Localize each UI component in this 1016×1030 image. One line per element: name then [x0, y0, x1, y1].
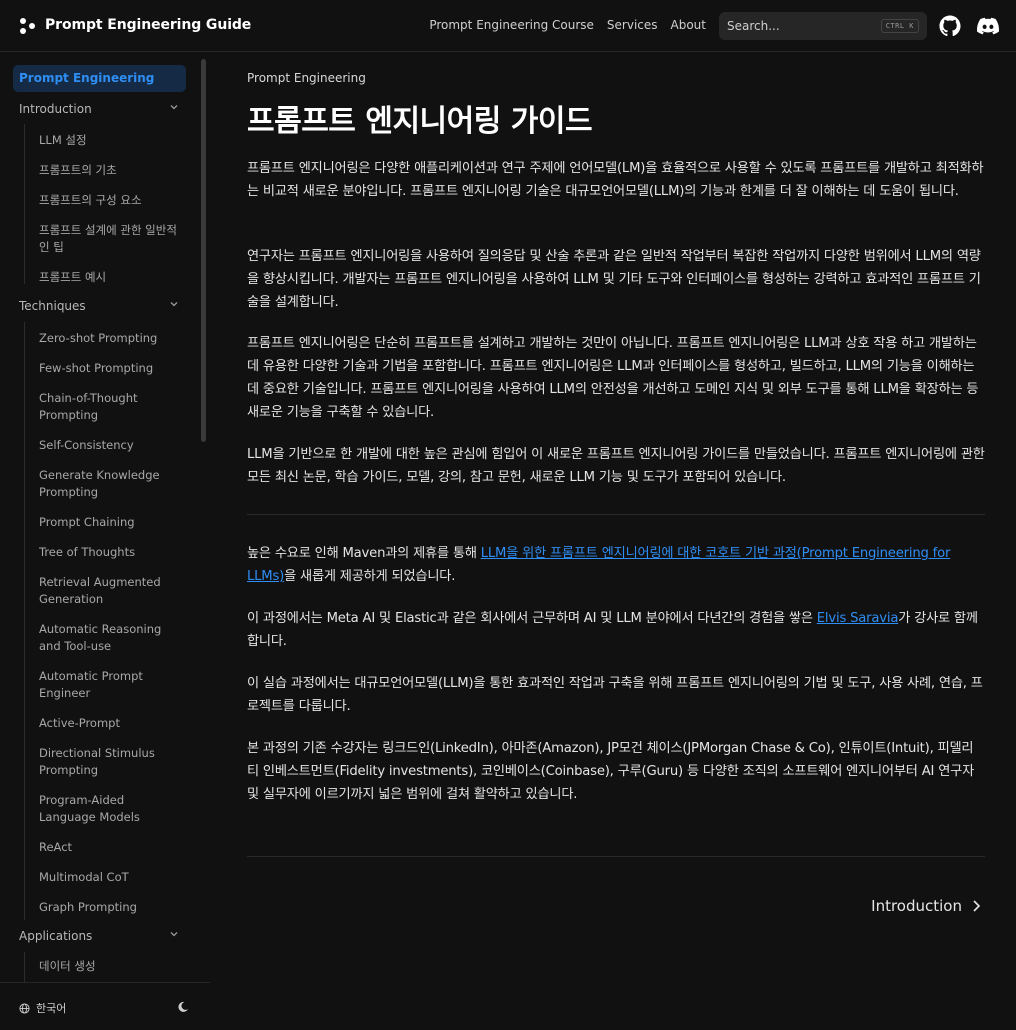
sidebar-item[interactable]: Prompt Chaining: [39, 514, 179, 531]
sidebar-group-line: [24, 952, 25, 982]
top-header: Prompt Engineering Guide Prompt Engineer…: [0, 0, 1016, 52]
sidebar-item[interactable]: 데이터 생성: [39, 958, 179, 975]
site-title: Prompt Engineering Guide: [45, 17, 252, 33]
sidebar-item[interactable]: Tree of Thoughts: [39, 544, 179, 561]
nav-link-about[interactable]: About: [671, 18, 706, 32]
sidebar-item[interactable]: Multimodal CoT: [39, 869, 179, 886]
logo-dots-icon: [19, 15, 37, 35]
sidebar-section-introduction[interactable]: Introduction: [19, 102, 179, 116]
sidebar-item[interactable]: 프롬프트의 기초: [39, 162, 179, 179]
paragraph-motivation: LLM을 기반으로 한 개발에 대한 높은 관심에 힘입어 이 새로운 프롬프트…: [247, 447, 985, 485]
search-input[interactable]: [727, 19, 881, 33]
divider: [247, 856, 985, 857]
discord-icon[interactable]: [977, 15, 999, 37]
sidebar-group-line: [24, 124, 25, 284]
sidebar-item[interactable]: Retrieval Augmented Generation: [39, 574, 179, 608]
globe-icon: [19, 1002, 30, 1014]
paragraph-maven: 높은 수요로 인해 Maven과의 제휴를 통해 LLM을 위한 프롬프트 엔지…: [247, 542, 985, 588]
sidebar-item[interactable]: Zero-shot Prompting: [39, 330, 179, 347]
sidebar-item[interactable]: Graph Prompting: [39, 899, 179, 916]
paragraph-beyond-design: 프롬프트 엔지니어링은 단순히 프롬프트를 설계하고 개발하는 것만이 아닙니다…: [247, 336, 979, 420]
text: 을 새롭게 제공하게 되었습니다.: [284, 569, 456, 584]
sidebar-item[interactable]: Program-Aided Language Models: [39, 792, 179, 826]
sidebar-section-applications[interactable]: Applications: [19, 929, 179, 943]
divider: [247, 514, 985, 515]
sidebar-item[interactable]: 프롬프트의 구성 요소: [39, 192, 179, 209]
chevron-right-icon: [973, 900, 981, 912]
sidebar-item-prompt-engineering[interactable]: Prompt Engineering: [13, 65, 186, 92]
breadcrumb: Prompt Engineering: [247, 71, 366, 85]
text: 높은 수요로 인해 Maven과의 제휴를 통해: [247, 546, 481, 561]
sidebar-item[interactable]: Self-Consistency: [39, 437, 179, 454]
sidebar-item[interactable]: Automatic Prompt Engineer: [39, 668, 179, 702]
sidebar-group-line: [24, 322, 25, 920]
text: 이 과정에서는 Meta AI 및 Elastic과 같은 회사에서 근무하며 …: [247, 611, 817, 626]
sidebar-section-label: Introduction: [19, 102, 92, 116]
sidebar-item[interactable]: Directional Stimulus Prompting: [39, 745, 179, 779]
paragraph-learners: 본 과정의 기존 수강자는 링크드인(LinkedIn), 아마존(Amazon…: [247, 741, 975, 802]
search-box[interactable]: CTRL K: [719, 12, 927, 40]
top-nav: Prompt Engineering Course Services About: [429, 18, 706, 32]
sidebar-item[interactable]: Automatic Reasoning and Tool-use: [39, 621, 179, 655]
sidebar-item[interactable]: 프롬프트 예시: [39, 269, 179, 286]
sidebar-scrollbar[interactable]: [201, 59, 206, 442]
page-title: 프롬프트 엔지니어링 가이드: [247, 104, 593, 139]
language-switcher[interactable]: 한국어: [19, 1000, 66, 1016]
moon-icon[interactable]: [177, 1001, 189, 1013]
sidebar-section-label: Applications: [19, 929, 93, 943]
language-label: 한국어: [36, 1002, 67, 1015]
sidebar-item[interactable]: Few-shot Prompting: [39, 360, 179, 377]
nav-link-services[interactable]: Services: [607, 18, 658, 32]
paragraph-hands-on: 이 실습 과정에서는 대규모언어모델(LLM)을 통한 효과적인 작업과 구축을…: [247, 676, 983, 714]
chevron-down-icon: [170, 302, 178, 307]
next-page-link[interactable]: Introduction: [871, 897, 981, 915]
sidebar-item[interactable]: ReAct: [39, 839, 179, 856]
sidebar-footer: 한국어: [0, 982, 210, 1030]
chevron-down-icon: [170, 105, 178, 110]
sidebar-item[interactable]: Generate Knowledge Prompting: [39, 467, 179, 501]
instructor-link[interactable]: Elvis Saravia: [817, 611, 899, 626]
next-page-label: Introduction: [871, 897, 962, 915]
sidebar-item[interactable]: LLM 설정: [39, 132, 179, 149]
chevron-down-icon: [170, 932, 178, 937]
github-icon[interactable]: [939, 15, 961, 37]
sidebar-section-techniques[interactable]: Techniques: [19, 299, 179, 313]
site-logo[interactable]: Prompt Engineering Guide: [19, 15, 251, 35]
search-shortcut-badge: CTRL K: [880, 19, 919, 33]
sidebar-item[interactable]: Active-Prompt: [39, 715, 179, 732]
sidebar-item[interactable]: 프롬프트 설계에 관한 일반적인 팁: [39, 222, 179, 256]
paragraph-intro: 프롬프트 엔지니어링은 다양한 애플리케이션과 연구 주제에 언어모델(LM)을…: [247, 161, 984, 199]
paragraph-instructor: 이 과정에서는 Meta AI 및 Elastic과 같은 회사에서 근무하며 …: [247, 607, 985, 653]
sidebar: Prompt Engineering Introduction LLM 설정 프…: [0, 52, 210, 982]
sidebar-item[interactable]: Chain-of-Thought Prompting: [39, 390, 179, 424]
sidebar-section-label: Techniques: [19, 299, 86, 313]
nav-link-course[interactable]: Prompt Engineering Course: [429, 18, 594, 32]
paragraph-researchers: 연구자는 프롬프트 엔지니어링을 사용하여 질의응답 및 산술 추론과 같은 일…: [247, 249, 981, 310]
